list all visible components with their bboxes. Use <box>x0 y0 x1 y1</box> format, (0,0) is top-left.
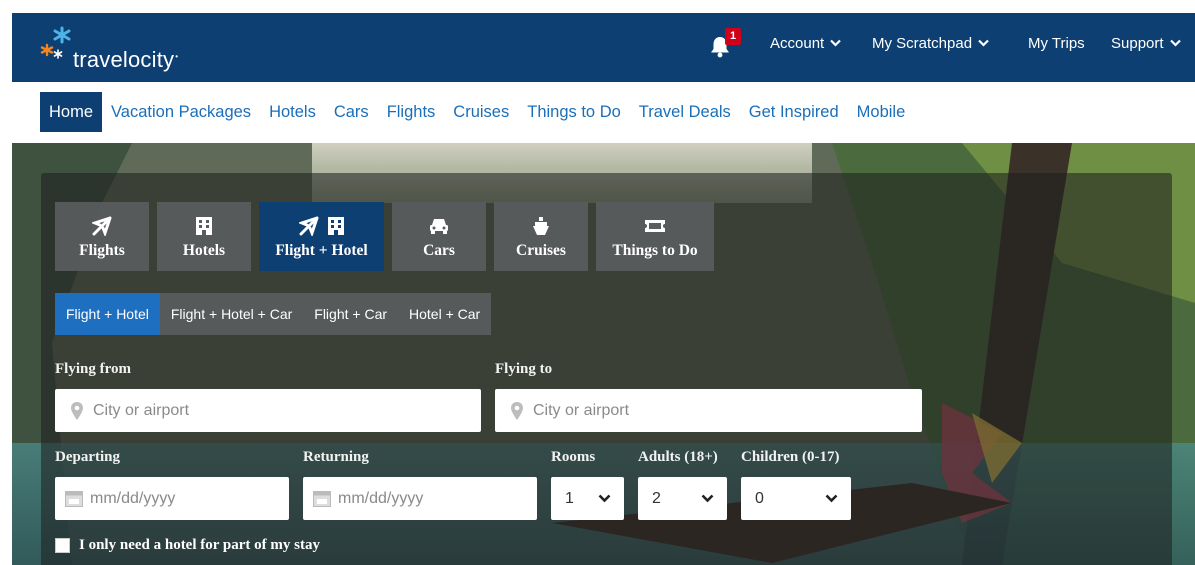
nav-things-to-do[interactable]: Things to Do <box>518 92 630 132</box>
search-panel: Flights Hotels Flight + Hotel Cars Cruis… <box>41 173 1172 565</box>
my-scratchpad-menu[interactable]: My Scratchpad <box>872 13 989 73</box>
chevron-down-icon <box>978 39 989 47</box>
subtab-flight-car[interactable]: Flight + Car <box>303 293 398 335</box>
calendar-icon <box>65 490 83 507</box>
travelocity-logo[interactable]: travelocity• <box>40 25 240 75</box>
adults-value: 2 <box>652 489 661 507</box>
tab-flights[interactable]: Flights <box>55 202 149 271</box>
support-menu[interactable]: Support <box>1111 13 1181 73</box>
top-header: travelocity• 1 Account My Scratchpad My … <box>12 13 1195 82</box>
chevron-down-icon <box>825 494 838 503</box>
account-label: Account <box>770 34 825 52</box>
my-trips-label: My Trips <box>1028 34 1085 52</box>
tab-hotels[interactable]: Hotels <box>157 202 251 271</box>
subtab-flight-hotel-car[interactable]: Flight + Hotel + Car <box>160 293 303 335</box>
nav-cars[interactable]: Cars <box>325 92 378 132</box>
tab-things-to-do[interactable]: Things to Do <box>596 202 714 271</box>
tab-flights-label: Flights <box>79 241 125 259</box>
chevron-down-icon <box>830 39 841 47</box>
hero-banner: Flights Hotels Flight + Hotel Cars Cruis… <box>12 143 1195 565</box>
departing-input[interactable] <box>90 477 289 520</box>
nav-get-inspired[interactable]: Get Inspired <box>740 92 848 132</box>
plane-icon <box>298 216 318 236</box>
calendar-icon <box>313 490 331 507</box>
children-value: 0 <box>755 489 764 507</box>
returning-label: Returning <box>303 449 369 465</box>
account-menu[interactable]: Account <box>770 13 841 73</box>
flying-from-input[interactable] <box>93 389 481 432</box>
nav-travel-deals[interactable]: Travel Deals <box>630 92 740 132</box>
flying-to-input[interactable] <box>533 389 922 432</box>
my-trips-link[interactable]: My Trips <box>1028 13 1085 73</box>
nav-home[interactable]: Home <box>40 92 103 132</box>
tab-cruises[interactable]: Cruises <box>494 202 588 271</box>
subtab-hotel-car[interactable]: Hotel + Car <box>398 293 491 335</box>
ship-icon <box>533 216 549 235</box>
partial-stay-option: I only need a hotel for part of my stay <box>55 537 320 554</box>
tab-hotels-label: Hotels <box>182 241 226 259</box>
chevron-down-icon <box>598 494 611 503</box>
main-navigation: Home Vacation Packages Hotels Cars Fligh… <box>12 92 1195 132</box>
departing-label: Departing <box>55 449 120 465</box>
returning-input[interactable] <box>338 477 537 520</box>
nav-mobile[interactable]: Mobile <box>848 92 915 132</box>
support-label: Support <box>1111 34 1164 52</box>
rooms-value: 1 <box>565 489 574 507</box>
rooms-select[interactable]: 1 <box>551 477 624 520</box>
returning-field[interactable] <box>303 477 537 520</box>
tab-flight-hotel[interactable]: Flight + Hotel <box>259 202 384 271</box>
ticket-icon <box>645 219 665 232</box>
tab-cars[interactable]: Cars <box>392 202 486 271</box>
tab-cars-label: Cars <box>423 241 455 259</box>
building-icon <box>196 216 212 235</box>
flying-to-field[interactable] <box>495 389 922 432</box>
notification-count-badge: 1 <box>725 28 741 45</box>
subtab-flight-hotel[interactable]: Flight + Hotel <box>55 293 160 335</box>
adults-label: Adults (18+) <box>638 449 718 465</box>
location-pin-icon <box>71 401 83 420</box>
logo-star-icon <box>40 26 71 59</box>
tab-flight-hotel-label: Flight + Hotel <box>275 241 368 259</box>
package-type-tabs: Flight + Hotel Flight + Hotel + Car Flig… <box>55 293 492 335</box>
partial-stay-checkbox[interactable] <box>55 538 70 553</box>
departing-field[interactable] <box>55 477 289 520</box>
product-tabs: Flights Hotels Flight + Hotel Cars Cruis… <box>55 202 722 271</box>
rooms-label: Rooms <box>551 449 596 465</box>
partial-stay-label[interactable]: I only need a hotel for part of my stay <box>79 537 320 554</box>
adults-select[interactable]: 2 <box>638 477 727 520</box>
brand-name: travelocity• <box>73 47 179 72</box>
nav-cruises[interactable]: Cruises <box>444 92 518 132</box>
location-pin-icon <box>511 401 523 420</box>
chevron-down-icon <box>701 494 714 503</box>
tab-cruises-label: Cruises <box>516 241 566 259</box>
children-label: Children (0-17) <box>741 449 840 465</box>
nav-vacation-packages[interactable]: Vacation Packages <box>102 92 260 132</box>
flying-to-label: Flying to <box>495 361 553 377</box>
chevron-down-icon <box>1169 39 1181 47</box>
flying-from-label: Flying from <box>55 361 131 377</box>
nav-hotels[interactable]: Hotels <box>260 92 325 132</box>
building-icon <box>327 216 344 235</box>
car-icon <box>430 218 448 234</box>
my-scratchpad-label: My Scratchpad <box>872 34 973 52</box>
flying-from-field[interactable] <box>55 389 481 432</box>
plane-icon <box>92 216 112 236</box>
children-select[interactable]: 0 <box>741 477 851 520</box>
nav-flights[interactable]: Flights <box>378 92 445 132</box>
tab-things-to-do-label: Things to Do <box>612 241 698 259</box>
notifications-button[interactable]: 1 <box>709 28 741 60</box>
